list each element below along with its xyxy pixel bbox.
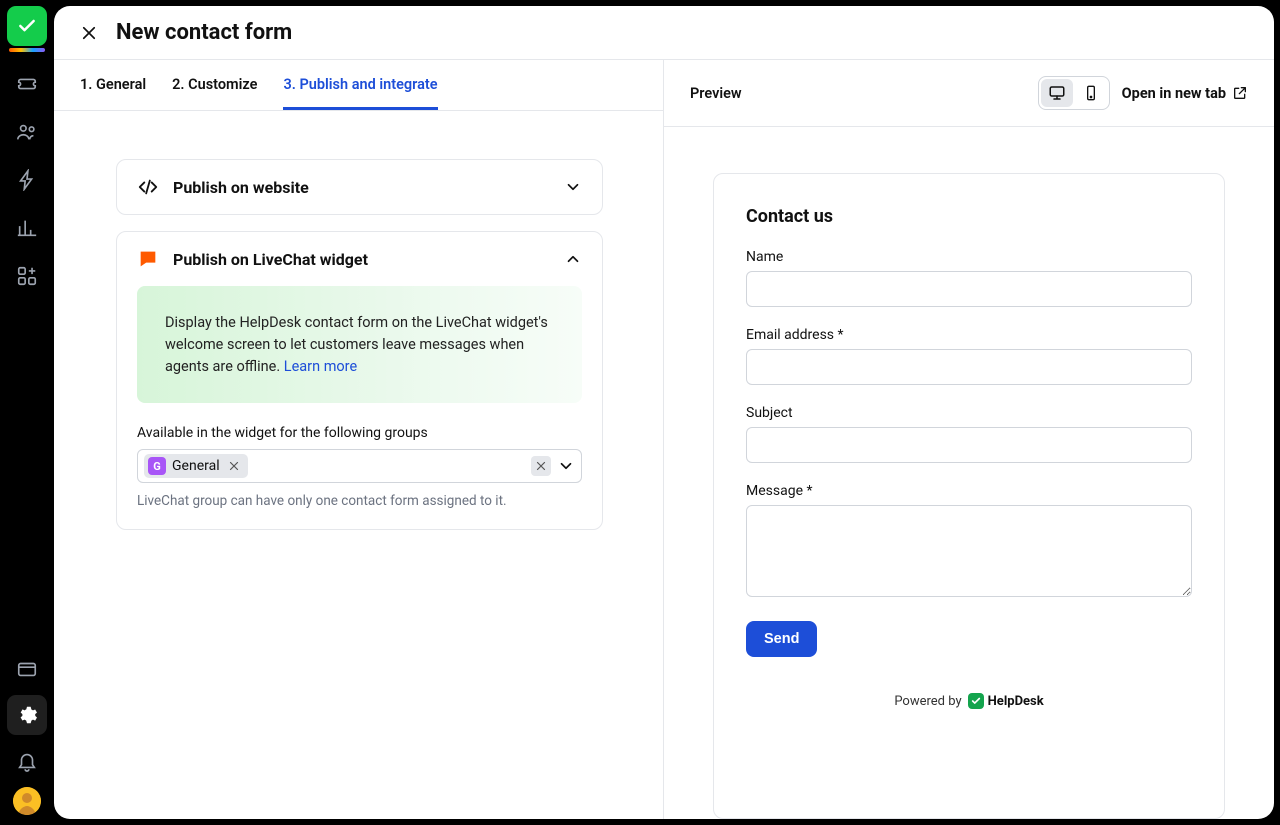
notifications-icon[interactable] (15, 749, 39, 773)
people-icon[interactable] (15, 120, 39, 144)
group-badge: G (148, 457, 166, 475)
powered-by: Powered by HelpDesk (746, 693, 1192, 709)
analytics-icon[interactable] (15, 216, 39, 240)
field-label-email: Email address * (746, 327, 1192, 343)
desktop-view-button[interactable] (1041, 79, 1073, 107)
subject-input[interactable] (746, 427, 1192, 463)
tab-customize[interactable]: 2. Customize (172, 76, 257, 110)
livechat-info-box: Display the HelpDesk contact form on the… (137, 286, 582, 403)
external-link-icon (1232, 85, 1248, 101)
helpdesk-logo[interactable]: HelpDesk (968, 693, 1044, 709)
chip-remove-icon[interactable] (226, 458, 242, 474)
mobile-view-button[interactable] (1075, 79, 1107, 107)
tab-general[interactable]: 1. General (80, 76, 146, 110)
message-textarea[interactable] (746, 505, 1192, 597)
card-publish-livechat: Publish on LiveChat widget Display the H… (116, 231, 603, 530)
preview-header: Preview Open in new tab (664, 60, 1274, 127)
billing-icon[interactable] (15, 657, 39, 681)
chevron-up-icon (564, 250, 582, 268)
chevron-down-icon (564, 178, 582, 196)
card-publish-website: Publish on website (116, 159, 603, 215)
app-logo[interactable] (7, 6, 47, 46)
device-toggle (1038, 76, 1110, 110)
lightning-icon[interactable] (15, 168, 39, 192)
preview-heading: Contact us (746, 206, 1192, 227)
open-in-new-tab[interactable]: Open in new tab (1122, 85, 1248, 102)
group-chip-label: General (172, 458, 220, 474)
helpdesk-mark-icon (968, 693, 984, 709)
page-title: New contact form (116, 20, 292, 45)
groups-multiselect[interactable]: G General (137, 449, 582, 483)
card-header-publish-livechat[interactable]: Publish on LiveChat widget (117, 232, 602, 286)
powered-by-label: Powered by (894, 694, 961, 709)
user-avatar[interactable] (13, 787, 41, 815)
dropdown-chevron-icon[interactable] (557, 457, 575, 475)
groups-label: Available in the widget for the followin… (137, 425, 582, 441)
group-chip-general: G General (144, 454, 248, 478)
panel-header: New contact form (54, 6, 1274, 60)
left-column: 1. General 2. Customize 3. Publish and i… (54, 60, 664, 819)
name-input[interactable] (746, 271, 1192, 307)
preview-form-card: Contact us Name Email address * Subject (713, 173, 1225, 819)
main-panel: New contact form 1. General 2. Customize… (54, 6, 1274, 819)
send-button[interactable]: Send (746, 621, 817, 657)
learn-more-link[interactable]: Learn more (284, 358, 357, 375)
field-label-name: Name (746, 249, 1192, 265)
left-nav-sidebar (0, 0, 54, 825)
tab-publish-integrate[interactable]: 3. Publish and integrate (283, 76, 437, 110)
card-title-website: Publish on website (173, 178, 550, 197)
field-label-subject: Subject (746, 405, 1192, 421)
step-tabs: 1. General 2. Customize 3. Publish and i… (54, 60, 663, 111)
clear-all-icon[interactable] (531, 456, 551, 476)
close-icon[interactable] (80, 24, 98, 42)
preview-label: Preview (690, 85, 742, 102)
helpdesk-brand-text: HelpDesk (988, 694, 1044, 709)
card-title-livechat: Publish on LiveChat widget (173, 250, 550, 269)
apps-icon[interactable] (15, 264, 39, 288)
groups-hint: LiveChat group can have only one contact… (137, 493, 582, 509)
code-icon (137, 176, 159, 198)
open-new-tab-label: Open in new tab (1122, 85, 1226, 102)
ticket-icon[interactable] (15, 72, 39, 96)
field-label-message: Message * (746, 483, 1192, 499)
settings-icon[interactable] (7, 695, 47, 735)
livechat-icon (137, 248, 159, 270)
card-header-publish-website[interactable]: Publish on website (117, 160, 602, 214)
right-column: Preview Open in new tab (664, 60, 1274, 819)
email-input[interactable] (746, 349, 1192, 385)
